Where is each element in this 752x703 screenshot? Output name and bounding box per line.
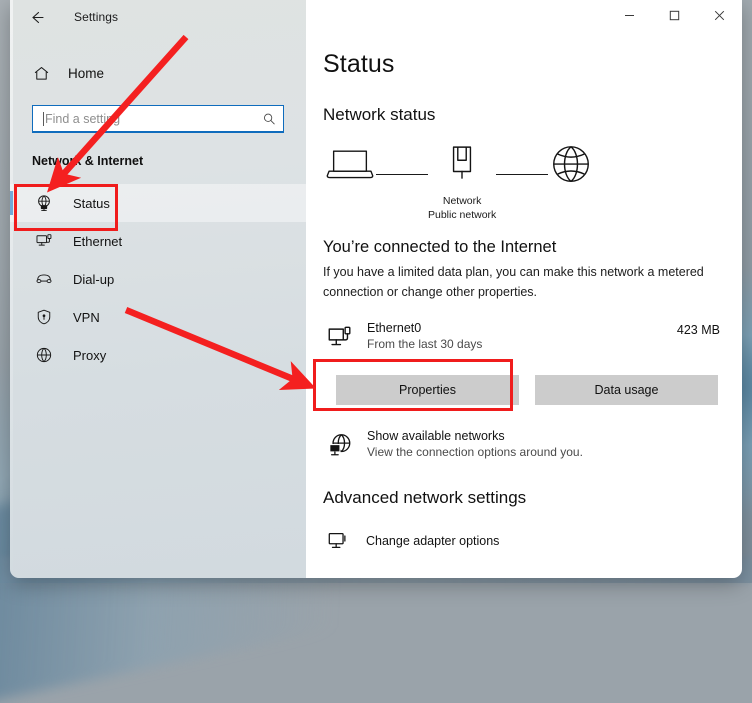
- sidebar-item-label: Ethernet: [73, 233, 123, 249]
- sidebar-item-proxy[interactable]: Proxy: [10, 336, 306, 374]
- maximize-button[interactable]: [652, 0, 697, 31]
- home-icon: [32, 64, 50, 82]
- globe-icon: [34, 346, 53, 365]
- available-networks-icon: [325, 430, 355, 460]
- search-caret: [43, 111, 44, 126]
- network-diagram: Network Public network: [322, 143, 720, 222]
- diagram-network-node: Network Public network: [428, 143, 496, 222]
- change-adapter-options-label: Change adapter options: [366, 534, 500, 549]
- globe-icon: [548, 143, 594, 194]
- diagram-device-caption: [349, 192, 352, 206]
- back-arrow-icon[interactable]: [26, 7, 46, 27]
- search-icon[interactable]: [261, 111, 277, 127]
- sidebar-item-home[interactable]: Home: [10, 57, 306, 89]
- sidebar-item-label: Status: [73, 195, 110, 211]
- diagram-link-left: [376, 174, 428, 175]
- sidebar-item-vpn[interactable]: VPN: [10, 298, 306, 336]
- sidebar-nav-list: Status Ethernet Dial-up VPN Proxy: [10, 184, 306, 374]
- page-title: Status: [323, 50, 395, 78]
- sidebar-item-label: VPN: [73, 309, 100, 325]
- vpn-shield-icon: [34, 308, 53, 327]
- adapter-data-used: 423 MB: [676, 323, 720, 338]
- sidebar: Settings Home Network & Internet: [10, 0, 306, 578]
- search-input[interactable]: [45, 111, 261, 126]
- sidebar-home-label: Home: [68, 65, 105, 81]
- adapter-info: Ethernet0 From the last 30 days: [367, 321, 482, 351]
- main-content: Status Network status Network Public net…: [306, 0, 742, 578]
- connected-description: If you have a limited data plan, you can…: [323, 265, 704, 299]
- sidebar-item-ethernet[interactable]: Ethernet: [10, 222, 306, 260]
- sidebar-item-dial-up[interactable]: Dial-up: [10, 260, 306, 298]
- diagram-link-right: [496, 174, 549, 175]
- settings-window: Settings Home Network & Internet: [10, 0, 742, 578]
- diagram-device: [324, 143, 376, 206]
- diagram-internet: [548, 143, 594, 212]
- data-usage-button[interactable]: Data usage: [535, 375, 718, 406]
- change-adapter-options-row[interactable]: Change adapter options: [326, 529, 720, 553]
- diagram-node-label-line2: Public network: [428, 209, 497, 222]
- sidebar-titlebar: Settings: [10, 0, 306, 34]
- close-button[interactable]: [697, 0, 742, 31]
- connected-heading: You’re connected to the Internet: [323, 238, 557, 257]
- show-available-networks-row[interactable]: Show available networks View the connect…: [325, 429, 720, 460]
- minimize-button[interactable]: [607, 0, 652, 31]
- ethernet-icon: [34, 232, 53, 251]
- adapter-name: Ethernet0: [367, 321, 422, 336]
- sidebar-category-title: Network & Internet: [32, 154, 144, 168]
- sidebar-item-label: Dial-up: [73, 271, 115, 287]
- network-status-heading: Network status: [323, 105, 436, 124]
- adapter-row: Ethernet0 From the last 30 days 423 MB: [325, 321, 720, 353]
- window-titlebar: [306, 0, 742, 31]
- search-box[interactable]: [32, 105, 284, 133]
- diagram-node-caption: Network Public network: [428, 194, 496, 222]
- laptop-icon: [324, 143, 376, 188]
- monitor-icon: [326, 529, 350, 553]
- dialup-icon: [34, 270, 53, 289]
- action-button-row: Properties Data usage: [336, 375, 720, 406]
- show-networks-subtitle: View the connection options around you.: [367, 445, 583, 460]
- app-title: Settings: [74, 10, 119, 24]
- show-networks-text: Show available networks View the connect…: [367, 429, 583, 459]
- network-status-icon: [34, 194, 53, 213]
- adapter-subtitle: From the last 30 days: [367, 337, 483, 352]
- diagram-node-label-line1: Network: [442, 195, 482, 207]
- sidebar-item-status[interactable]: Status: [10, 184, 306, 222]
- sidebar-item-label: Proxy: [73, 347, 107, 363]
- ethernet-adapter-icon: [325, 323, 355, 353]
- advanced-settings-heading: Advanced network settings: [323, 488, 527, 508]
- properties-button[interactable]: Properties: [336, 375, 519, 406]
- show-networks-title: Show available networks: [367, 429, 505, 444]
- network-node-icon: [447, 143, 477, 190]
- diagram-internet-caption: [570, 198, 573, 212]
